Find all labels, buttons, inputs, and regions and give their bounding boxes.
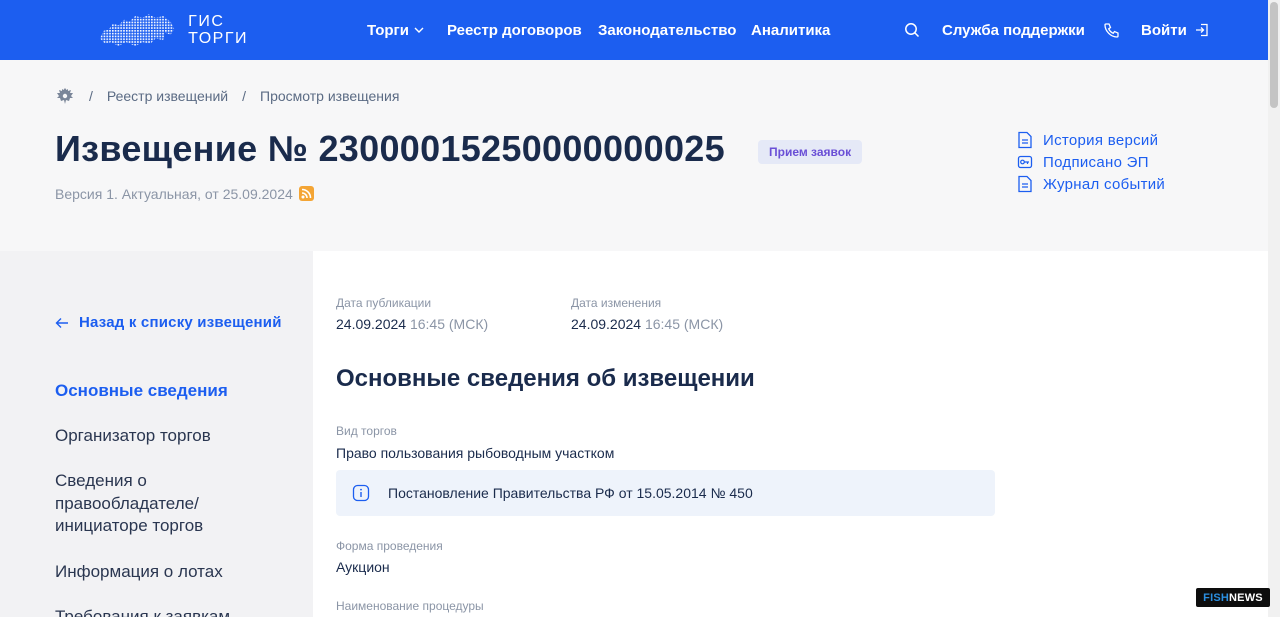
gis-torgi-logo[interactable]: ГИС ТОРГИ	[98, 6, 248, 54]
version-history-link[interactable]: История версий	[1017, 129, 1165, 151]
modified-date-value: 24.09.2024 16:45 (МСК)	[571, 316, 723, 332]
signed-ep-label: Подписано ЭП	[1043, 153, 1149, 171]
breadcrumb-separator: /	[242, 88, 246, 104]
info-icon	[352, 484, 370, 502]
auction-kind-label: Вид торгов	[336, 424, 397, 438]
page-title: Извещение № 23000015250000000025	[55, 128, 725, 169]
login-label: Войти	[1141, 21, 1187, 39]
logo-line-2: ТОРГИ	[188, 30, 248, 47]
coat-of-arms-icon[interactable]	[55, 86, 75, 106]
main-content	[313, 251, 1268, 617]
sidebar-item-main-info[interactable]: Основные сведения	[55, 380, 295, 403]
page-scrollbar[interactable]	[1268, 0, 1280, 617]
modified-time: 16:45 (МСК)	[644, 316, 724, 332]
form-value: Аукцион	[336, 559, 390, 575]
publication-date: 24.09.2024	[336, 316, 407, 332]
sidebar-item-organizer[interactable]: Организатор торгов	[55, 425, 295, 448]
form-label: Форма проведения	[336, 539, 443, 553]
document-icon	[1018, 131, 1032, 149]
auction-kind-value: Право пользования рыбоводным участком	[336, 445, 615, 461]
logo-text: ГИС ТОРГИ	[188, 13, 248, 47]
version-info: Версия 1. Актуальная, от 25.09.2024	[55, 186, 293, 202]
watermark-part-1: FISH	[1203, 591, 1230, 604]
info-note-text: Постановление Правительства РФ от 15.05.…	[388, 485, 753, 501]
russia-map-icon	[99, 14, 175, 46]
procedure-name-label: Наименование процедуры	[336, 599, 484, 613]
nav-support[interactable]: Служба поддержки	[942, 0, 1085, 60]
publication-date-value: 24.09.2024 16:45 (МСК)	[336, 316, 488, 332]
modified-date: 24.09.2024	[571, 316, 642, 332]
sidebar-item-lots[interactable]: Информация о лотах	[55, 561, 295, 584]
version-history-label: История версий	[1043, 131, 1159, 149]
arrow-left-icon	[55, 317, 68, 328]
breadcrumb-view-notice: Просмотр извещения	[260, 88, 400, 104]
breadcrumb-separator: /	[89, 88, 93, 104]
signed-ep-link[interactable]: Подписано ЭП	[1017, 151, 1165, 173]
publication-time: 16:45 (МСК)	[409, 316, 489, 332]
publication-date-label: Дата публикации	[336, 296, 432, 310]
status-badge: Прием заявок	[758, 140, 863, 164]
section-title: Основные сведения об извещении	[336, 365, 755, 392]
key-icon	[1017, 155, 1033, 169]
back-to-list-link[interactable]: Назад к списку извещений	[55, 314, 282, 331]
scrollbar-thumb[interactable]	[1270, 2, 1278, 108]
breadcrumb-notices-registry[interactable]: Реестр извещений	[107, 88, 228, 104]
info-note-box: Постановление Правительства РФ от 15.05.…	[336, 470, 995, 516]
modified-date-label: Дата изменения	[571, 296, 662, 310]
nav-contract-registry[interactable]: Реестр договоров	[447, 0, 582, 60]
nav-torgi-label: Торги	[367, 21, 410, 39]
top-header: ГИС ТОРГИ Торги Реестр договоров Законод…	[0, 0, 1268, 60]
login-icon	[1195, 23, 1209, 37]
watermark-part-2: NEWS	[1229, 591, 1263, 604]
event-log-label: Журнал событий	[1043, 175, 1166, 193]
search-icon[interactable]	[902, 20, 922, 40]
nav-legislation[interactable]: Законодательство	[598, 0, 736, 60]
nav-torgi[interactable]: Торги	[367, 0, 425, 60]
rss-icon[interactable]	[299, 186, 314, 201]
breadcrumb: / Реестр извещений / Просмотр извещения	[55, 84, 399, 108]
notice-side-links: История версий Подписано ЭП Журнал событ…	[1017, 129, 1165, 195]
fishnews-watermark: FISH NEWS	[1196, 588, 1270, 607]
nav-analytics[interactable]: Аналитика	[751, 0, 830, 60]
back-label: Назад к списку извещений	[79, 314, 282, 331]
login-button[interactable]: Войти	[1141, 0, 1209, 60]
logo-line-1: ГИС	[188, 13, 225, 30]
phone-icon[interactable]	[1101, 20, 1121, 40]
sidebar-item-rightholder[interactable]: Сведения о правообладателе/ инициаторе т…	[55, 470, 255, 538]
document-icon	[1018, 175, 1032, 193]
event-log-link[interactable]: Журнал событий	[1017, 173, 1165, 195]
sidebar-item-requirements[interactable]: Требования к заявкам	[55, 606, 295, 617]
chevron-down-icon	[413, 24, 425, 36]
